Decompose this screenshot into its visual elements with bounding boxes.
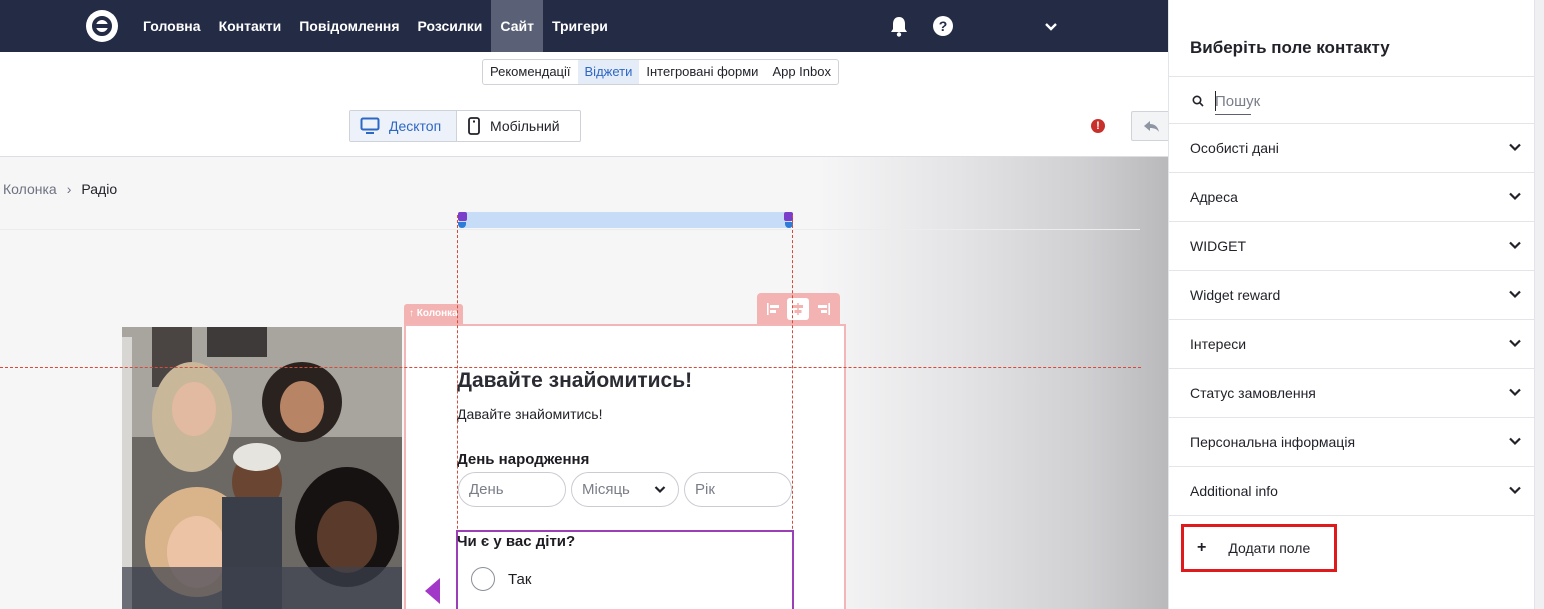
chevron-down-icon bbox=[1509, 437, 1521, 446]
panel-divider bbox=[1169, 76, 1535, 77]
undo-icon bbox=[1144, 121, 1159, 132]
plus-icon: + bbox=[1197, 539, 1207, 556]
nav-item-triggers[interactable]: Тригери bbox=[543, 0, 617, 52]
alignment-toolbar bbox=[757, 293, 840, 324]
guide-line-horizontal bbox=[0, 367, 1141, 368]
align-left-icon bbox=[766, 302, 779, 315]
birthday-month-select[interactable]: Місяць bbox=[571, 472, 679, 507]
chevron-down-icon bbox=[1509, 486, 1521, 495]
tab-widgets[interactable]: Віджети bbox=[577, 60, 640, 84]
align-right-icon bbox=[818, 302, 831, 315]
chevron-down-icon bbox=[1509, 388, 1521, 397]
chevron-down-icon bbox=[1509, 192, 1521, 201]
main-nav: Головна Контакти Повідомлення Розсилки С… bbox=[134, 0, 617, 52]
resize-handle-left[interactable] bbox=[458, 212, 467, 221]
text-cursor bbox=[1215, 91, 1216, 111]
section-widget[interactable]: WIDGET bbox=[1169, 222, 1535, 271]
top-navigation-bar: Головна Контакти Повідомлення Розсилки С… bbox=[0, 0, 1168, 52]
undo-button[interactable] bbox=[1131, 111, 1171, 141]
birthday-label[interactable]: День народження bbox=[457, 451, 589, 468]
add-field-button[interactable]: + Додати поле bbox=[1181, 524, 1337, 572]
mobile-icon bbox=[468, 117, 480, 135]
panel-scrollbar[interactable] bbox=[1534, 0, 1544, 609]
section-personal-data[interactable]: Особисті дані bbox=[1169, 124, 1535, 173]
form-title[interactable]: Давайте знайомитись! bbox=[457, 369, 692, 393]
tab-recommendations[interactable]: Рекомендації bbox=[483, 60, 578, 84]
radio-question[interactable]: Чи є у вас діти? bbox=[457, 533, 575, 550]
section-order-status[interactable]: Статус замовлення bbox=[1169, 369, 1535, 418]
bell-icon[interactable] bbox=[889, 15, 909, 37]
contact-field-panel: Виберіть поле контакту Особисті дані Адр… bbox=[1168, 0, 1535, 609]
chevron-down-icon[interactable] bbox=[1043, 18, 1059, 34]
section-label: Адреса bbox=[1190, 189, 1238, 205]
chevron-down-icon bbox=[1509, 143, 1521, 152]
radio-option-yes[interactable] bbox=[471, 567, 495, 591]
hero-photo bbox=[122, 327, 402, 609]
mobile-view-button[interactable]: Мобільний bbox=[457, 111, 570, 141]
nav-item-messages[interactable]: Повідомлення bbox=[290, 0, 408, 52]
chevron-down-icon bbox=[1509, 290, 1521, 299]
nav-item-contacts[interactable]: Контакти bbox=[210, 0, 291, 52]
section-address[interactable]: Адреса bbox=[1169, 173, 1535, 222]
add-field-label: Додати поле bbox=[1228, 540, 1311, 556]
desktop-view-button[interactable]: Десктоп bbox=[350, 111, 457, 141]
birthday-day-input[interactable]: День bbox=[458, 472, 566, 507]
align-center-icon bbox=[793, 302, 804, 315]
search-icon bbox=[1192, 95, 1204, 107]
help-icon[interactable]: ? bbox=[933, 16, 953, 36]
canvas-divider bbox=[0, 229, 1140, 230]
chevron-down-icon bbox=[1509, 241, 1521, 250]
section-personal-info[interactable]: Персональна інформація bbox=[1169, 418, 1535, 467]
selection-bar[interactable] bbox=[459, 212, 791, 228]
birthday-year-input[interactable]: Рік bbox=[684, 472, 792, 507]
mobile-view-label: Мобільний bbox=[490, 118, 560, 134]
tab-embedded-forms[interactable]: Інтегровані форми bbox=[639, 60, 765, 84]
section-label: Additional info bbox=[1190, 483, 1278, 499]
align-center-button[interactable] bbox=[787, 297, 810, 320]
section-label: Widget reward bbox=[1190, 287, 1281, 303]
section-label: WIDGET bbox=[1190, 238, 1246, 254]
section-label: Статус замовлення bbox=[1190, 385, 1316, 401]
logo-icon[interactable] bbox=[86, 10, 118, 42]
breadcrumb-radio: Радіо bbox=[81, 181, 118, 197]
breadcrumb-separator: › bbox=[66, 181, 72, 197]
collapse-arrow-icon[interactable] bbox=[425, 578, 440, 604]
align-left-button[interactable] bbox=[762, 298, 784, 320]
birthday-month-placeholder: Місяць bbox=[582, 481, 630, 498]
align-right-button[interactable] bbox=[813, 298, 835, 320]
section-interests[interactable]: Інтереси bbox=[1169, 320, 1535, 369]
desktop-view-label: Десктоп bbox=[389, 118, 442, 134]
nav-item-home[interactable]: Головна bbox=[134, 0, 210, 52]
section-label: Інтереси bbox=[1190, 336, 1247, 352]
section-widget-reward[interactable]: Widget reward bbox=[1169, 271, 1535, 320]
radio-option-yes-label[interactable]: Так bbox=[508, 571, 531, 588]
breadcrumb-column[interactable]: Колонка bbox=[3, 181, 57, 197]
monitor-icon bbox=[360, 117, 380, 134]
column-tag[interactable]: ↑ Колонка bbox=[404, 304, 463, 324]
search-input[interactable] bbox=[1215, 88, 1515, 114]
nav-item-site[interactable]: Сайт bbox=[491, 0, 543, 52]
tab-app-inbox[interactable]: App Inbox bbox=[765, 60, 838, 84]
site-subtabs: Рекомендації Віджети Інтегровані форми A… bbox=[482, 59, 839, 85]
chevron-down-icon bbox=[1509, 339, 1521, 348]
section-label: Персональна інформація bbox=[1190, 434, 1356, 450]
nav-item-campaigns[interactable]: Розсилки bbox=[409, 0, 492, 52]
section-additional-info[interactable]: Additional info bbox=[1169, 467, 1535, 516]
photo-illustration bbox=[122, 327, 402, 609]
form-subtitle[interactable]: Давайте знайомитись! bbox=[457, 406, 603, 422]
chevron-down-icon bbox=[654, 486, 666, 494]
section-label: Особисті дані bbox=[1190, 140, 1279, 156]
device-switch: Десктоп Мобільний bbox=[349, 110, 581, 142]
breadcrumb: Колонка › Радіо bbox=[3, 181, 117, 197]
search-underline bbox=[1215, 114, 1251, 115]
warning-icon[interactable]: ! bbox=[1091, 119, 1105, 133]
panel-title: Виберіть поле контакту bbox=[1190, 38, 1390, 57]
